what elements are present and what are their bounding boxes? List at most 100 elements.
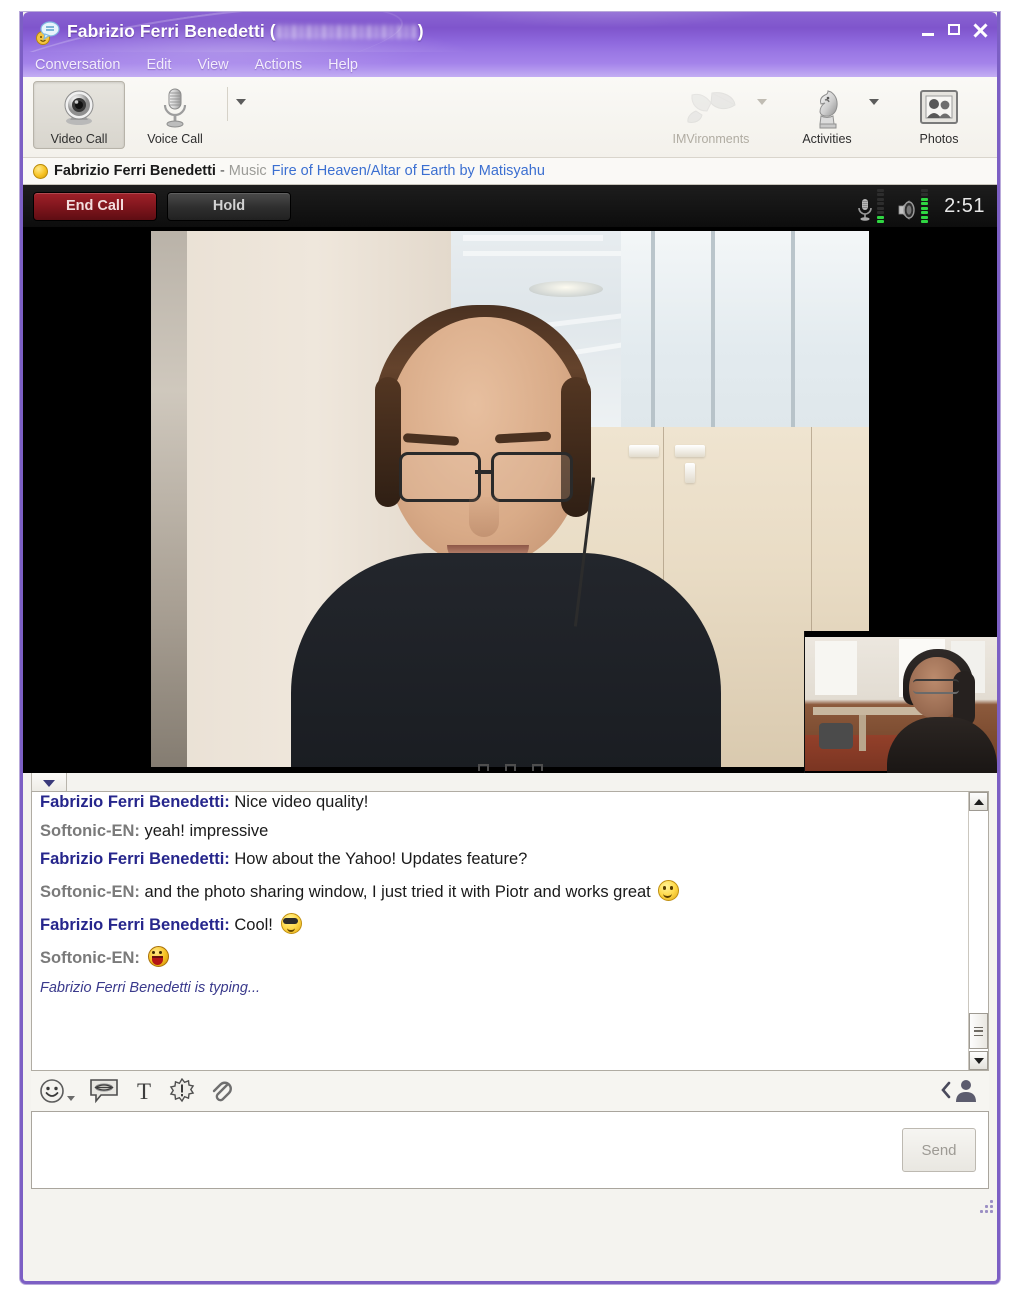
- imvironments-dropdown-caret-icon[interactable]: [757, 99, 767, 105]
- message-body: yeah! impressive: [144, 821, 269, 840]
- video-call-button[interactable]: Video Call: [33, 81, 125, 149]
- voice-call-label: Voice Call: [147, 132, 203, 146]
- window-title-suffix: ): [417, 21, 424, 41]
- menu-view[interactable]: View: [195, 56, 230, 74]
- minimize-button[interactable]: [920, 22, 937, 39]
- message-input-row: Send: [31, 1111, 989, 1189]
- attachment-paperclip-icon: [212, 1081, 232, 1102]
- microphone-icon: [158, 86, 192, 130]
- speaker-level-bars: [921, 188, 929, 224]
- chat-message: Fabrizio Ferri Benedetti: How about the …: [40, 845, 962, 874]
- main-toolbar: Video Call Voice Call IMVironments Activ…: [23, 77, 997, 158]
- scrollbar-thumb[interactable]: [969, 1013, 988, 1049]
- contact-person-icon: [956, 1080, 976, 1102]
- photos-button[interactable]: Photos: [893, 81, 985, 149]
- menu-help[interactable]: Help: [326, 56, 360, 74]
- message-body: Nice video quality!: [234, 794, 369, 811]
- call-control-bar: End Call Hold 2:51: [23, 185, 997, 227]
- scrollbar-track[interactable]: [969, 811, 988, 1051]
- activities-label: Activities: [802, 132, 852, 146]
- emoticon-laugh-icon: [147, 945, 169, 967]
- message-sender: Softonic-EN:: [40, 882, 140, 901]
- voice-call-button[interactable]: Voice Call: [129, 81, 221, 149]
- away-status-dot-icon: [33, 163, 48, 179]
- status-music-label: Music: [228, 163, 267, 179]
- message-sender: Softonic-EN:: [40, 948, 140, 967]
- compose-toolbar: T: [31, 1071, 989, 1111]
- audibles-speech-bubble-icon: [90, 1079, 118, 1104]
- send-button[interactable]: Send: [902, 1128, 976, 1172]
- activities-button[interactable]: Activities: [781, 81, 873, 149]
- emoticon-picker-button[interactable]: [39, 1078, 75, 1104]
- message-body: How about the Yahoo! Updates feature?: [234, 850, 528, 868]
- menu-edit[interactable]: Edit: [144, 56, 173, 74]
- status-now-playing-link[interactable]: Fire of Heaven/Altar of Earth by Matisya…: [272, 163, 545, 179]
- chat-message: Softonic-EN: yeah! impressive: [40, 817, 962, 846]
- leaf-icon: [682, 86, 740, 130]
- window-footer: [23, 1189, 997, 1215]
- font-format-button[interactable]: T: [133, 1078, 155, 1104]
- toolbar-left-group: Video Call Voice Call: [33, 81, 246, 149]
- chat-message: Softonic-EN:: [40, 940, 962, 973]
- close-button[interactable]: [972, 22, 989, 39]
- yahoo-messenger-icon: [36, 21, 60, 45]
- microphone-level-icon: [858, 199, 872, 221]
- local-video-pip[interactable]: [804, 631, 997, 773]
- window-title: Fabrizio Ferri Benedetti (): [67, 21, 424, 42]
- emoticon-smile-icon: [658, 879, 680, 901]
- scroll-down-arrow-icon[interactable]: [969, 1051, 988, 1070]
- contact-card-button[interactable]: [940, 1077, 979, 1103]
- voice-call-dropdown-caret-icon[interactable]: [236, 99, 246, 105]
- menu-bar: Conversation Edit View Actions Help: [23, 52, 997, 77]
- video-chat-splitter[interactable]: [23, 773, 997, 794]
- toolbar-divider: [227, 87, 228, 121]
- typing-notice: Fabrizio Ferri Benedetti is typing...: [40, 979, 261, 996]
- font-format-text-icon: T: [137, 1079, 151, 1104]
- end-call-button[interactable]: End Call: [33, 191, 157, 221]
- message-sender: Fabrizio Ferri Benedetti:: [40, 794, 230, 811]
- svg-text:T: T: [137, 1079, 151, 1104]
- buzz-button[interactable]: [169, 1078, 195, 1104]
- redacted-screen-name: [276, 25, 417, 39]
- microphone-meter[interactable]: [856, 188, 885, 224]
- window-title-prefix: Fabrizio Ferri Benedetti (: [67, 21, 276, 41]
- call-meters-group: 2:51: [856, 185, 985, 227]
- video-call-panel: End Call Hold 2:51: [23, 185, 997, 773]
- imvironments-label: IMVironments: [672, 132, 750, 146]
- remote-video-feed[interactable]: [151, 227, 869, 773]
- message-sender: Fabrizio Ferri Benedetti:: [40, 915, 230, 934]
- scroll-up-arrow-icon[interactable]: [969, 792, 988, 811]
- photos-label: Photos: [919, 132, 959, 146]
- resize-grip-icon[interactable]: [977, 1197, 993, 1213]
- window-controls: [920, 22, 989, 39]
- menu-conversation[interactable]: Conversation: [33, 56, 122, 74]
- menu-actions[interactable]: Actions: [253, 56, 305, 74]
- messenger-window: Fabrizio Ferri Benedetti () Conversation…: [20, 12, 1000, 1284]
- chat-log[interactable]: Fabrizio Ferri Benedetti: Nice video qua…: [32, 792, 968, 1070]
- photo-frame-icon: [917, 86, 961, 130]
- call-duration-timer: 2:51: [944, 194, 985, 217]
- chat-message: Softonic-EN: and the photo sharing windo…: [40, 874, 962, 907]
- hold-call-button[interactable]: Hold: [167, 191, 291, 221]
- message-body: Cool!: [234, 915, 273, 934]
- buzz-starburst-icon: [169, 1078, 195, 1103]
- microphone-level-bars: [877, 188, 885, 224]
- chat-log-container: Fabrizio Ferri Benedetti: Nice video qua…: [31, 791, 989, 1071]
- emoticon-smiley-icon: [40, 1079, 64, 1103]
- maximize-button[interactable]: [946, 22, 963, 39]
- chat-scrollbar[interactable]: [968, 792, 988, 1070]
- message-sender: Fabrizio Ferri Benedetti:: [40, 850, 230, 868]
- attach-file-button[interactable]: [209, 1078, 235, 1104]
- chat-message: Fabrizio Ferri Benedetti: Cool!: [40, 907, 962, 940]
- emoticon-dropdown-caret-icon[interactable]: [67, 1096, 75, 1101]
- video-call-label: Video Call: [50, 132, 108, 146]
- speaker-meter[interactable]: [896, 188, 929, 224]
- imvironments-button[interactable]: IMVironments: [665, 81, 757, 149]
- video-stage: [23, 227, 997, 773]
- message-sender: Softonic-EN:: [40, 821, 140, 840]
- audibles-button[interactable]: [89, 1078, 119, 1104]
- title-bar[interactable]: Fabrizio Ferri Benedetti (): [23, 12, 997, 52]
- message-input[interactable]: [32, 1112, 902, 1188]
- activities-dropdown-caret-icon[interactable]: [869, 99, 879, 105]
- status-separator: -: [219, 163, 225, 179]
